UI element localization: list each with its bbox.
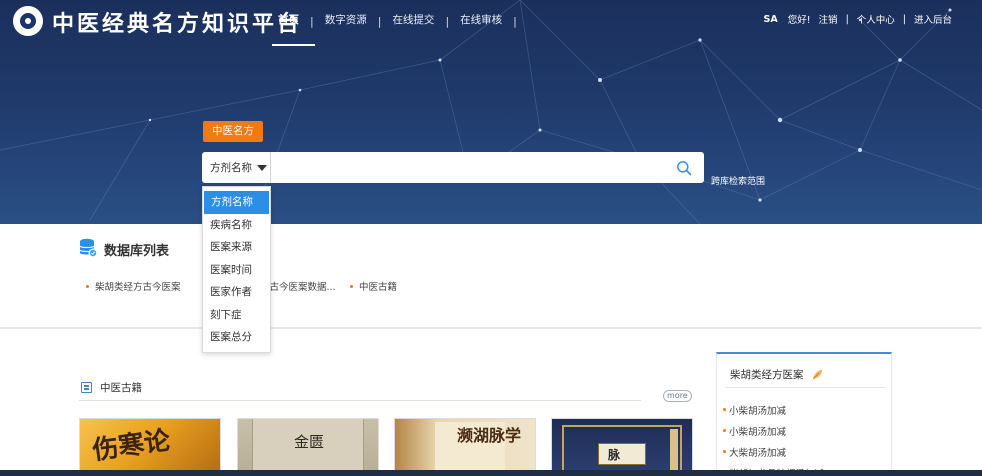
book-cover[interactable]: 脉 [551, 418, 693, 476]
user-greeting: 您好! [787, 15, 811, 26]
database-link[interactable]: 中医古籍 [350, 279, 397, 293]
nav-online-review[interactable]: 在线审核 [452, 0, 510, 42]
bottom-bar [0, 470, 982, 476]
list-item-label: 小柴胡汤加减 [729, 426, 787, 438]
nav-home[interactable]: 首页 [270, 0, 315, 46]
logout-link[interactable]: 注销 [815, 12, 842, 26]
book-icon [81, 382, 92, 393]
database-link-label: 柴胡类经方古今医案 [95, 282, 181, 293]
user-center-link[interactable]: 个人中心 [853, 12, 899, 26]
bullet-dot [86, 284, 89, 288]
search-input[interactable] [271, 152, 664, 183]
database-icon [79, 238, 98, 258]
nav-separator: | [445, 14, 450, 28]
hero-banner: 中医经典名方知识平台 首页 | 数字资源 | 在线提交 | 在线审核 | SA … [0, 0, 982, 224]
user-separator: | [902, 13, 906, 25]
side-panel-header: 柴胡类经方医案 [730, 367, 823, 382]
side-panel-divider [725, 387, 885, 388]
user-separator: | [845, 13, 849, 25]
search-box: 方剂名称 [202, 152, 704, 183]
search-field-select-value: 方剂名称 [210, 162, 252, 174]
search-icon [677, 160, 692, 175]
bullet-dot [723, 408, 726, 411]
dropdown-option-symptoms[interactable]: 刻下症 [203, 304, 270, 327]
database-link[interactable]: 方古今医案数据... [260, 279, 350, 293]
nav-separator: | [377, 14, 382, 28]
search-field-select[interactable]: 方剂名称 [202, 152, 271, 183]
book-cover[interactable]: 伤寒论 [79, 418, 221, 476]
section-divider [79, 400, 641, 401]
classics-section-header: 中医古籍 [81, 380, 142, 395]
database-list-title: 数据库列表 [104, 244, 170, 259]
user-name: SA [763, 13, 778, 25]
dropdown-option-disease-name[interactable]: 疾病名称 [203, 214, 270, 237]
side-panel-title: 柴胡类经方医案 [730, 369, 804, 381]
nav-digital-resources[interactable]: 数字资源 [317, 0, 375, 42]
classics-section-title: 中医古籍 [100, 382, 142, 394]
dropdown-option-case-source[interactable]: 医案来源 [203, 236, 270, 259]
database-link-label: 方古今医案数据... [260, 282, 336, 293]
main-nav: 首页 | 数字资源 | 在线提交 | 在线审核 | [270, 0, 520, 46]
logo-icon[interactable] [13, 6, 43, 36]
nav-online-submit[interactable]: 在线提交 [384, 0, 442, 42]
book-cover-strip [670, 429, 678, 475]
list-item[interactable]: 小柴胡汤加减 [723, 420, 824, 441]
bullet-dot [723, 450, 726, 453]
dropdown-option-formula-name[interactable]: 方剂名称 [204, 191, 269, 214]
cross-database-search-link[interactable]: 跨库检索范围 [711, 174, 765, 187]
nav-separator: | [513, 14, 517, 28]
list-item[interactable]: 小柴胡汤加减 [723, 399, 824, 420]
book-cover-title: 金匮 [294, 433, 325, 451]
list-item-label: 大柴胡汤加减 [729, 447, 787, 459]
list-item[interactable]: 大柴胡汤加减 [723, 441, 824, 462]
nav-separator: | [310, 14, 314, 28]
dropdown-option-physician[interactable]: 医家作者 [203, 281, 270, 304]
book-cover-title: 脉 [608, 448, 621, 462]
book-cover-title: 伤寒论 [90, 425, 173, 467]
user-menu: SA 您好! 注销 | 个人中心 | 进入后台 [760, 0, 956, 38]
caret-down-icon [257, 164, 267, 171]
side-panel-list: 小柴胡汤加减 小柴胡汤加减 大柴胡汤加减 柴胡加龙骨牡蛎汤加减 [723, 399, 824, 476]
search-field-dropdown: 方剂名称 疾病名称 医案来源 医案时间 医家作者 刻下症 医案总分 [202, 186, 271, 353]
admin-link[interactable]: 进入后台 [910, 12, 956, 26]
top-navigation-bar: 中医经典名方知识平台 首页 | 数字资源 | 在线提交 | 在线审核 | SA … [0, 0, 982, 46]
dropdown-option-case-time[interactable]: 医案时间 [203, 259, 270, 282]
site-title[interactable]: 中医经典名方知识平台 [52, 6, 302, 38]
search-button[interactable] [664, 152, 704, 183]
book-cover-label [598, 443, 646, 465]
book-cover[interactable]: 濒湖脉学 [394, 418, 536, 476]
database-link-label: 中医古籍 [359, 282, 398, 293]
more-button[interactable]: more [663, 390, 692, 402]
dropdown-option-case-score[interactable]: 医案总分 [203, 326, 270, 349]
book-cover-title: 濒湖脉学 [457, 426, 522, 445]
search-tab-tcm-formula[interactable]: 中医名方 [203, 121, 263, 142]
list-item-label: 小柴胡汤加减 [729, 405, 787, 417]
bullet-dot [350, 284, 353, 288]
book-cover[interactable]: 金匮 [237, 418, 379, 476]
leaf-icon [812, 369, 822, 380]
bullet-dot [723, 429, 726, 432]
side-panel: 柴胡类经方医案 小柴胡汤加减 小柴胡汤加减 大柴胡汤加减 柴胡加龙骨牡蛎汤加减 [716, 352, 892, 476]
